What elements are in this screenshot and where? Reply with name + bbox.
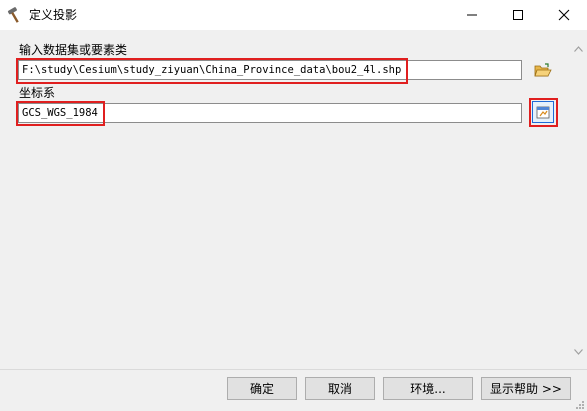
chevron-up-icon <box>573 45 583 52</box>
scroll-up-button[interactable] <box>569 40 587 57</box>
close-button[interactable] <box>541 0 587 30</box>
tool-parameters-panel: 输入数据集或要素类 F:\study\Cesium\study_ziyuan\C… <box>0 30 569 369</box>
maximize-icon <box>513 10 523 20</box>
minimize-button[interactable] <box>449 0 495 30</box>
title-bar[interactable]: 定义投影 <box>0 0 587 30</box>
define-projection-dialog: 定义投影 输入数据集或要素类 F:\study\Cesium\study_ziy… <box>0 0 587 411</box>
maximize-button[interactable] <box>495 0 541 30</box>
coordinate-system-label: 坐标系 <box>19 86 56 100</box>
environments-button[interactable]: 环境... <box>383 377 473 400</box>
properties-icon <box>536 106 550 119</box>
hammer-icon <box>6 6 24 24</box>
dialog-footer: 确定 取消 环境... 显示帮助 >> <box>0 369 587 411</box>
minimize-icon <box>467 14 477 16</box>
ok-button[interactable]: 确定 <box>227 377 297 400</box>
window-title: 定义投影 <box>29 8 78 22</box>
open-folder-icon <box>534 63 552 77</box>
input-dataset-label: 输入数据集或要素类 <box>19 43 128 57</box>
close-icon <box>558 9 570 21</box>
resize-grip-icon[interactable] <box>575 399 585 409</box>
cancel-button[interactable]: 取消 <box>305 377 375 400</box>
input-dataset-highlight <box>16 58 408 84</box>
vertical-scrollbar[interactable] <box>569 30 587 369</box>
scroll-down-button[interactable] <box>569 343 587 360</box>
coordinate-system-highlight <box>16 101 105 126</box>
show-help-button[interactable]: 显示帮助 >> <box>481 377 571 400</box>
browse-dataset-button[interactable] <box>532 60 554 82</box>
chevron-down-icon <box>573 348 583 355</box>
coordinate-system-properties-button[interactable] <box>532 101 554 123</box>
